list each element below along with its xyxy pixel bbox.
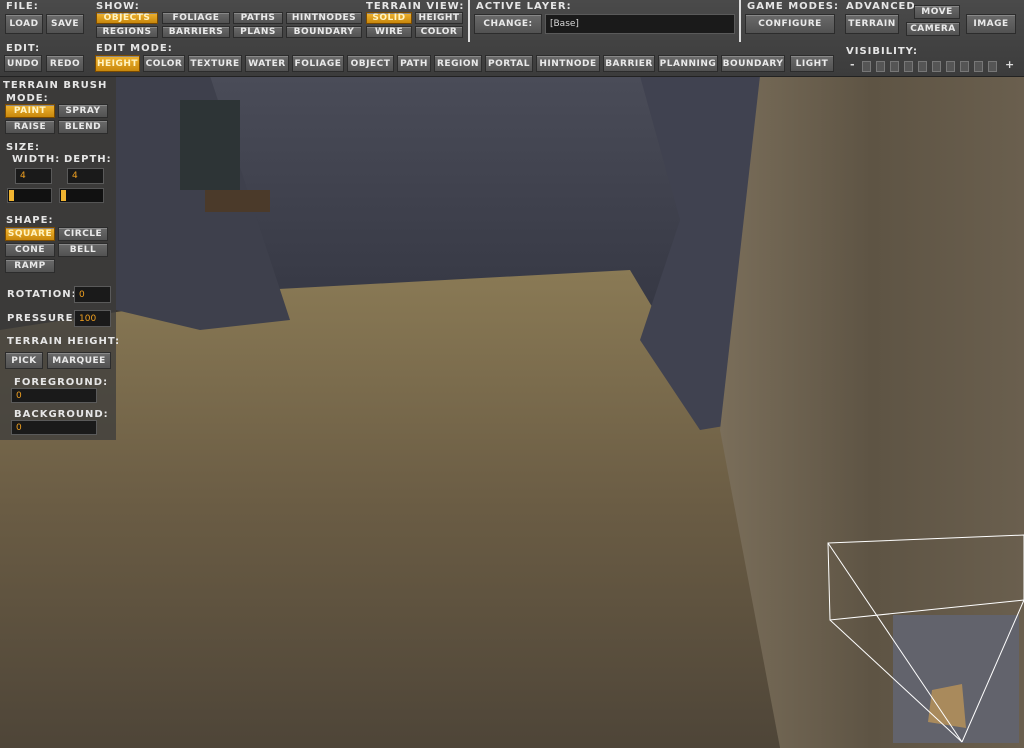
game-modes-label: Game Modes: [747, 1, 839, 12]
show-boundary-toggle[interactable]: Boundary [286, 26, 362, 38]
configure-button[interactable]: Configure [745, 14, 835, 34]
load-button[interactable]: Load [5, 14, 43, 34]
terrain-view-wire-toggle[interactable]: Wire [366, 26, 412, 38]
visibility-step[interactable] [918, 61, 927, 72]
terrain-height-label: Terrain Height: [7, 336, 121, 347]
show-label: Show: [96, 1, 140, 12]
edit-mode-path-tab[interactable]: Path [397, 55, 431, 72]
redo-button[interactable]: Redo [46, 55, 84, 72]
undo-button[interactable]: Undo [4, 55, 42, 72]
show-plans-toggle[interactable]: Plans [233, 26, 283, 38]
width-label: Width: [12, 154, 61, 165]
camera-button[interactable]: Camera [906, 22, 960, 36]
shape-cone-button[interactable]: Cone [5, 243, 55, 257]
edit-mode-light-tab[interactable]: Light [790, 55, 834, 72]
advanced-terrain-button[interactable]: Terrain [845, 14, 899, 34]
edit-mode-hintnode-tab[interactable]: HintNode [536, 55, 600, 72]
change-layer-button[interactable]: Change: [474, 14, 542, 34]
edit-mode-boundary-tab[interactable]: Boundary [721, 55, 785, 72]
mode-paint-button[interactable]: Paint [5, 104, 55, 118]
terrain-view-height-toggle[interactable]: Height [415, 12, 463, 24]
show-hintnodes-toggle[interactable]: HintNodes [286, 12, 362, 24]
active-layer-label: Active Layer: [476, 1, 572, 12]
show-barriers-toggle[interactable]: Barriers [162, 26, 230, 38]
edit-label: Edit: [6, 43, 41, 54]
rotation-input[interactable]: 0 [74, 286, 111, 303]
edit-mode-planning-tab[interactable]: Planning [658, 55, 718, 72]
mode-label: Mode: [6, 93, 49, 104]
mode-spray-button[interactable]: Spray [58, 104, 108, 118]
visibility-step[interactable] [904, 61, 913, 72]
mode-raise-button[interactable]: Raise [5, 120, 55, 134]
image-button[interactable]: Image [966, 14, 1016, 34]
terrain-brush-title: Terrain Brush [3, 80, 108, 91]
visibility-step[interactable] [988, 61, 997, 72]
width-input[interactable]: 4 [15, 168, 52, 184]
visibility-step[interactable] [890, 61, 899, 72]
visibility-label: Visibility: [846, 46, 919, 57]
terrain-view-color-toggle[interactable]: Color [415, 26, 463, 38]
shape-label: Shape: [6, 215, 54, 226]
edit-mode-height-tab[interactable]: Height [95, 55, 140, 72]
show-regions-toggle[interactable]: Regions [96, 26, 158, 38]
pick-button[interactable]: Pick [5, 352, 43, 369]
edit-mode-barrier-tab[interactable]: Barrier [603, 55, 655, 72]
divider [739, 0, 741, 42]
shape-circle-button[interactable]: Circle [58, 227, 108, 241]
edit-mode-texture-tab[interactable]: Texture [188, 55, 242, 72]
width-slider-fill [9, 190, 14, 201]
divider [468, 0, 470, 42]
width-slider[interactable] [7, 188, 52, 203]
shape-bell-button[interactable]: Bell [58, 243, 108, 257]
visibility-step[interactable] [862, 61, 871, 72]
terrain-viewport[interactable] [0, 0, 1024, 748]
edit-mode-color-tab[interactable]: Color [143, 55, 185, 72]
active-layer-field[interactable]: [Base] [545, 14, 735, 34]
edit-mode-water-tab[interactable]: Water [245, 55, 289, 72]
edit-mode-label: Edit Mode: [96, 43, 173, 54]
mode-blend-button[interactable]: Blend [58, 120, 108, 134]
background-input[interactable]: 0 [11, 420, 97, 435]
depth-input[interactable]: 4 [67, 168, 104, 184]
save-button[interactable]: Save [46, 14, 84, 34]
terrain-view-label: Terrain View: [366, 1, 465, 12]
edit-mode-foliage-tab[interactable]: Foliage [292, 55, 344, 72]
show-paths-toggle[interactable]: Paths [233, 12, 283, 24]
visibility-step[interactable] [932, 61, 941, 72]
pressure-input[interactable]: 100 [74, 310, 111, 327]
edit-mode-object-tab[interactable]: Object [347, 55, 394, 72]
advanced-label: Advanced [846, 1, 916, 12]
move-button[interactable]: Move [914, 5, 960, 19]
visibility-step[interactable] [974, 61, 983, 72]
foreground-label: Foreground: [14, 377, 109, 388]
visibility-step[interactable] [946, 61, 955, 72]
terrain-view-solid-toggle[interactable]: Solid [366, 12, 412, 24]
edit-mode-region-tab[interactable]: Region [434, 55, 482, 72]
marquee-button[interactable]: Marquee [47, 352, 111, 369]
shape-square-button[interactable]: Square [5, 227, 55, 241]
file-label: File: [6, 1, 39, 12]
show-objects-toggle[interactable]: Objects [96, 12, 158, 24]
size-label: Size: [6, 142, 41, 153]
visibility-decrease-button[interactable]: - [850, 58, 855, 71]
shape-ramp-button[interactable]: Ramp [5, 259, 55, 273]
background-label: Background: [14, 409, 109, 420]
visibility-step[interactable] [960, 61, 969, 72]
depth-slider-fill [61, 190, 66, 201]
visibility-step[interactable] [876, 61, 885, 72]
foreground-input[interactable]: 0 [11, 388, 97, 403]
depth-slider[interactable] [59, 188, 104, 203]
pressure-label: Pressure: [7, 313, 79, 324]
show-foliage-toggle[interactable]: Foliage [162, 12, 230, 24]
edit-mode-portal-tab[interactable]: Portal [485, 55, 533, 72]
depth-label: Depth: [64, 154, 112, 165]
visibility-increase-button[interactable]: + [1005, 58, 1014, 71]
rotation-label: Rotation: [7, 289, 77, 300]
